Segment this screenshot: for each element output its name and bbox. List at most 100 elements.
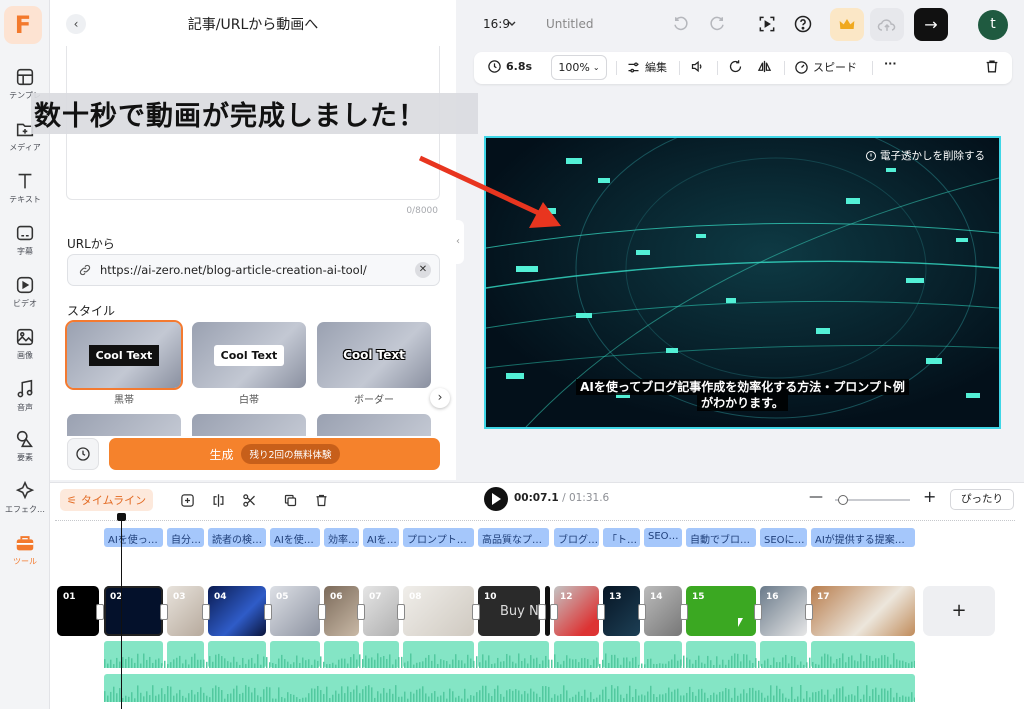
text-segment[interactable]: SEO… — [644, 528, 682, 547]
video-clip[interactable]: 03 — [167, 586, 204, 636]
video-clip[interactable]: 12 — [554, 586, 599, 636]
style-option-white-band[interactable]: Cool Text — [192, 322, 306, 388]
video-clip[interactable]: 17 — [811, 586, 915, 636]
text-segment[interactable]: AIを使っ… — [104, 528, 163, 547]
style-option-more[interactable] — [192, 414, 306, 436]
transition-handle[interactable] — [550, 604, 558, 620]
remove-watermark-link[interactable]: 電子透かしを削除する — [865, 148, 985, 163]
transition-handle[interactable] — [357, 604, 365, 620]
rail-item-subtitle[interactable]: 字幕 — [0, 222, 50, 257]
flip-button[interactable] — [757, 59, 772, 74]
more-options-button[interactable]: ··· — [884, 57, 897, 70]
video-clip[interactable]: 10 Buy N — [478, 586, 540, 636]
playhead-handle[interactable] — [117, 513, 126, 521]
transition-handle[interactable] — [160, 604, 168, 620]
transition-handle[interactable] — [638, 604, 646, 620]
text-segment[interactable]: 「ト… — [603, 528, 640, 547]
export-button[interactable]: → — [914, 8, 948, 41]
text-segment[interactable]: SEOに… — [760, 528, 807, 547]
delete-clip-button[interactable] — [308, 487, 334, 513]
premium-button[interactable] — [830, 8, 864, 41]
video-clip[interactable]: 01 — [57, 586, 99, 636]
style-option-border[interactable]: Cool Text — [317, 322, 431, 388]
transition-handle[interactable] — [264, 604, 272, 620]
style-option-more[interactable] — [67, 414, 181, 436]
add-clip-button[interactable]: + — [923, 586, 995, 636]
text-segment[interactable]: 自分… — [167, 528, 204, 547]
app-logo[interactable]: F — [4, 6, 42, 44]
playhead[interactable] — [121, 516, 122, 709]
clear-url-button[interactable]: ✕ — [415, 262, 431, 278]
rail-item-video[interactable]: ビデオ — [0, 274, 50, 309]
transition-handle[interactable] — [805, 604, 813, 620]
timeline-zoom-slider[interactable] — [835, 495, 910, 505]
generate-button[interactable]: 生成 残り2回の無料体験 — [109, 438, 440, 470]
video-clip[interactable]: 06 — [324, 586, 359, 636]
rail-item-text[interactable]: テキスト — [0, 170, 50, 205]
style-option-black-band[interactable]: Cool Text — [65, 320, 183, 390]
rail-item-tools[interactable]: ツール — [0, 532, 50, 567]
slider-knob[interactable] — [838, 495, 848, 505]
volume-button[interactable] — [690, 59, 705, 74]
user-avatar[interactable]: t — [978, 10, 1008, 40]
transition-handle[interactable] — [202, 604, 210, 620]
zoom-select[interactable]: 100% ⌄ — [551, 55, 607, 80]
transition-handle[interactable] — [754, 604, 762, 620]
aspect-ratio-select[interactable]: 16:9 — [483, 17, 510, 31]
text-segment[interactable]: AIが提供する提案… — [811, 528, 915, 547]
fit-timeline-button[interactable]: ぴったり — [950, 489, 1014, 510]
duplicate-button[interactable] — [277, 487, 303, 513]
cut-button[interactable] — [236, 487, 262, 513]
preview-button[interactable] — [754, 11, 780, 37]
project-name[interactable]: Untitled — [546, 17, 593, 31]
zoom-out-button[interactable]: — — [809, 489, 823, 505]
rotate-button[interactable] — [728, 59, 743, 74]
rail-item-elements[interactable]: 要素 — [0, 428, 50, 463]
url-input[interactable]: https://ai-zero.net/blog-article-creatio… — [67, 254, 440, 286]
edit-button[interactable]: 編集 — [626, 59, 667, 75]
transition-handle[interactable] — [318, 604, 326, 620]
rail-item-audio[interactable]: 音声 — [0, 378, 50, 413]
history-button[interactable] — [67, 438, 99, 470]
transition-handle[interactable] — [680, 604, 688, 620]
duration-control[interactable]: 6.8s — [487, 59, 532, 74]
styles-next-button[interactable]: › — [430, 388, 450, 408]
cloud-sync-button[interactable] — [870, 8, 904, 41]
add-button[interactable] — [174, 487, 200, 513]
video-clip[interactable]: 14 — [644, 586, 682, 636]
transition-handle[interactable] — [472, 604, 480, 620]
undo-button[interactable] — [668, 11, 694, 37]
transition-handle[interactable] — [538, 604, 546, 620]
style-option-more[interactable] — [317, 414, 431, 436]
video-clip[interactable]: 13 — [603, 586, 640, 636]
transition-handle[interactable] — [397, 604, 405, 620]
video-clip[interactable]: 15 — [686, 586, 756, 636]
text-segment[interactable]: AIを… — [363, 528, 399, 547]
split-button[interactable] — [205, 487, 231, 513]
video-clip[interactable]: 04 — [208, 586, 266, 636]
text-segment[interactable]: 自動でブロ… — [686, 528, 756, 547]
video-clip[interactable]: 05 — [270, 586, 320, 636]
toolbar-divider — [717, 61, 718, 75]
text-segment[interactable]: ブログ… — [554, 528, 599, 547]
text-segment[interactable]: 読者の検… — [208, 528, 266, 547]
video-clip-selected[interactable]: 02 — [104, 586, 163, 636]
zoom-in-button[interactable]: + — [923, 487, 936, 506]
delete-button[interactable] — [984, 58, 1000, 75]
rail-item-image[interactable]: 画像 — [0, 326, 50, 361]
help-button[interactable] — [790, 11, 816, 37]
text-segment[interactable]: プロンプト… — [403, 528, 474, 547]
redo-button[interactable] — [704, 11, 730, 37]
rail-item-effects[interactable]: エフェク… — [0, 480, 50, 515]
transition-handle[interactable] — [96, 604, 104, 620]
video-clip[interactable]: 08 — [403, 586, 474, 636]
transition-handle[interactable] — [597, 604, 605, 620]
speed-button[interactable]: スピード — [794, 59, 857, 75]
text-segment[interactable]: 効率… — [324, 528, 359, 547]
text-segment[interactable]: AIを使… — [270, 528, 320, 547]
play-button[interactable] — [484, 487, 508, 511]
text-segment[interactable]: 高品質なプ… — [478, 528, 549, 547]
video-clip[interactable]: 16 — [760, 586, 807, 636]
video-clip[interactable]: 07 — [363, 586, 399, 636]
timeline-tab[interactable]: ⚟ タイムライン — [60, 489, 154, 511]
